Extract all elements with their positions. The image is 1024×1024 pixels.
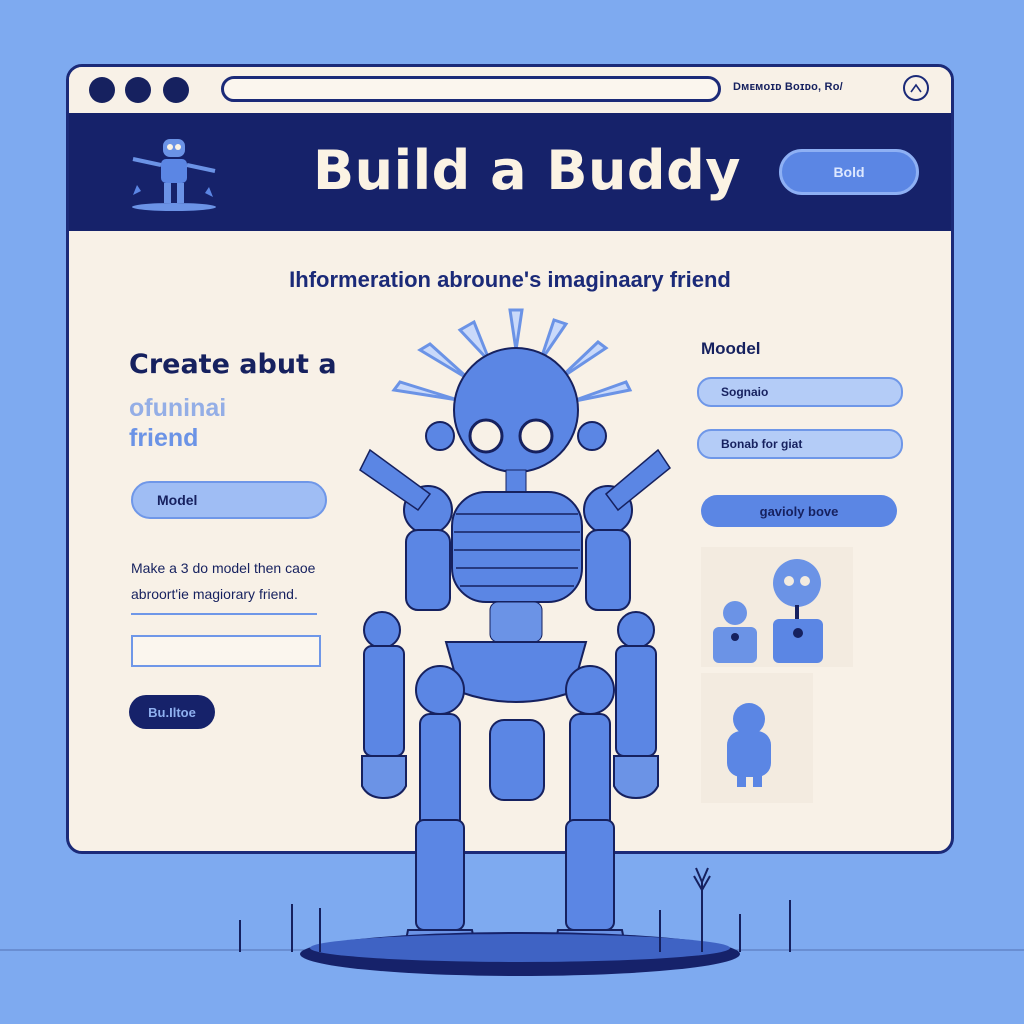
character-thumbnail-1[interactable] [701,547,853,667]
underline-field[interactable] [131,613,317,615]
create-subheading: ofuninai friend [129,393,226,453]
title-bar: Dᴍᴇᴍᴏɪᴅ Bᴏɪᴅᴏ, Rᴏ/ [69,67,951,115]
option-input-2[interactable]: Bonab for giat [697,429,903,459]
subheading-line-1: ofuninai [129,394,227,422]
option-input-1[interactable]: Sognaio [697,377,903,407]
window-dot-1[interactable] [89,77,115,103]
scene: Dᴍᴇᴍᴏɪᴅ Bᴏɪᴅᴏ, Rᴏ/ Build a Buddy Bold Ih… [0,0,1024,1024]
address-bar[interactable] [221,76,721,102]
model-label: Moodel [701,339,761,358]
character-thumbnail-2[interactable] [701,673,813,803]
chevron-up-icon[interactable] [903,75,929,101]
header-banner: Build a Buddy Bold [69,113,951,231]
submit-button[interactable]: Bu.Iltoe [129,695,215,729]
build-button[interactable]: Bold [779,149,919,195]
app-title: Build a Buddy [313,139,741,202]
action-button[interactable]: gavioly bove [701,495,897,527]
model-input[interactable]: Model [131,481,327,519]
ground-platform [0,867,1024,976]
window-dot-3[interactable] [163,77,189,103]
robot-icon [132,139,216,211]
page-subtitle: Ihformeration abroune's imaginaary frien… [289,267,731,292]
text-input[interactable] [131,635,321,667]
title-links[interactable]: Dᴍᴇᴍᴏɪᴅ Bᴏɪᴅᴏ, Rᴏ/ [733,81,843,93]
subheading-line-2: friend [129,424,199,452]
create-heading: Create abut a [129,349,337,380]
description-text: Make a 3 do model then caoe abroort'ie m… [131,560,316,602]
window-dot-2[interactable] [125,77,151,103]
